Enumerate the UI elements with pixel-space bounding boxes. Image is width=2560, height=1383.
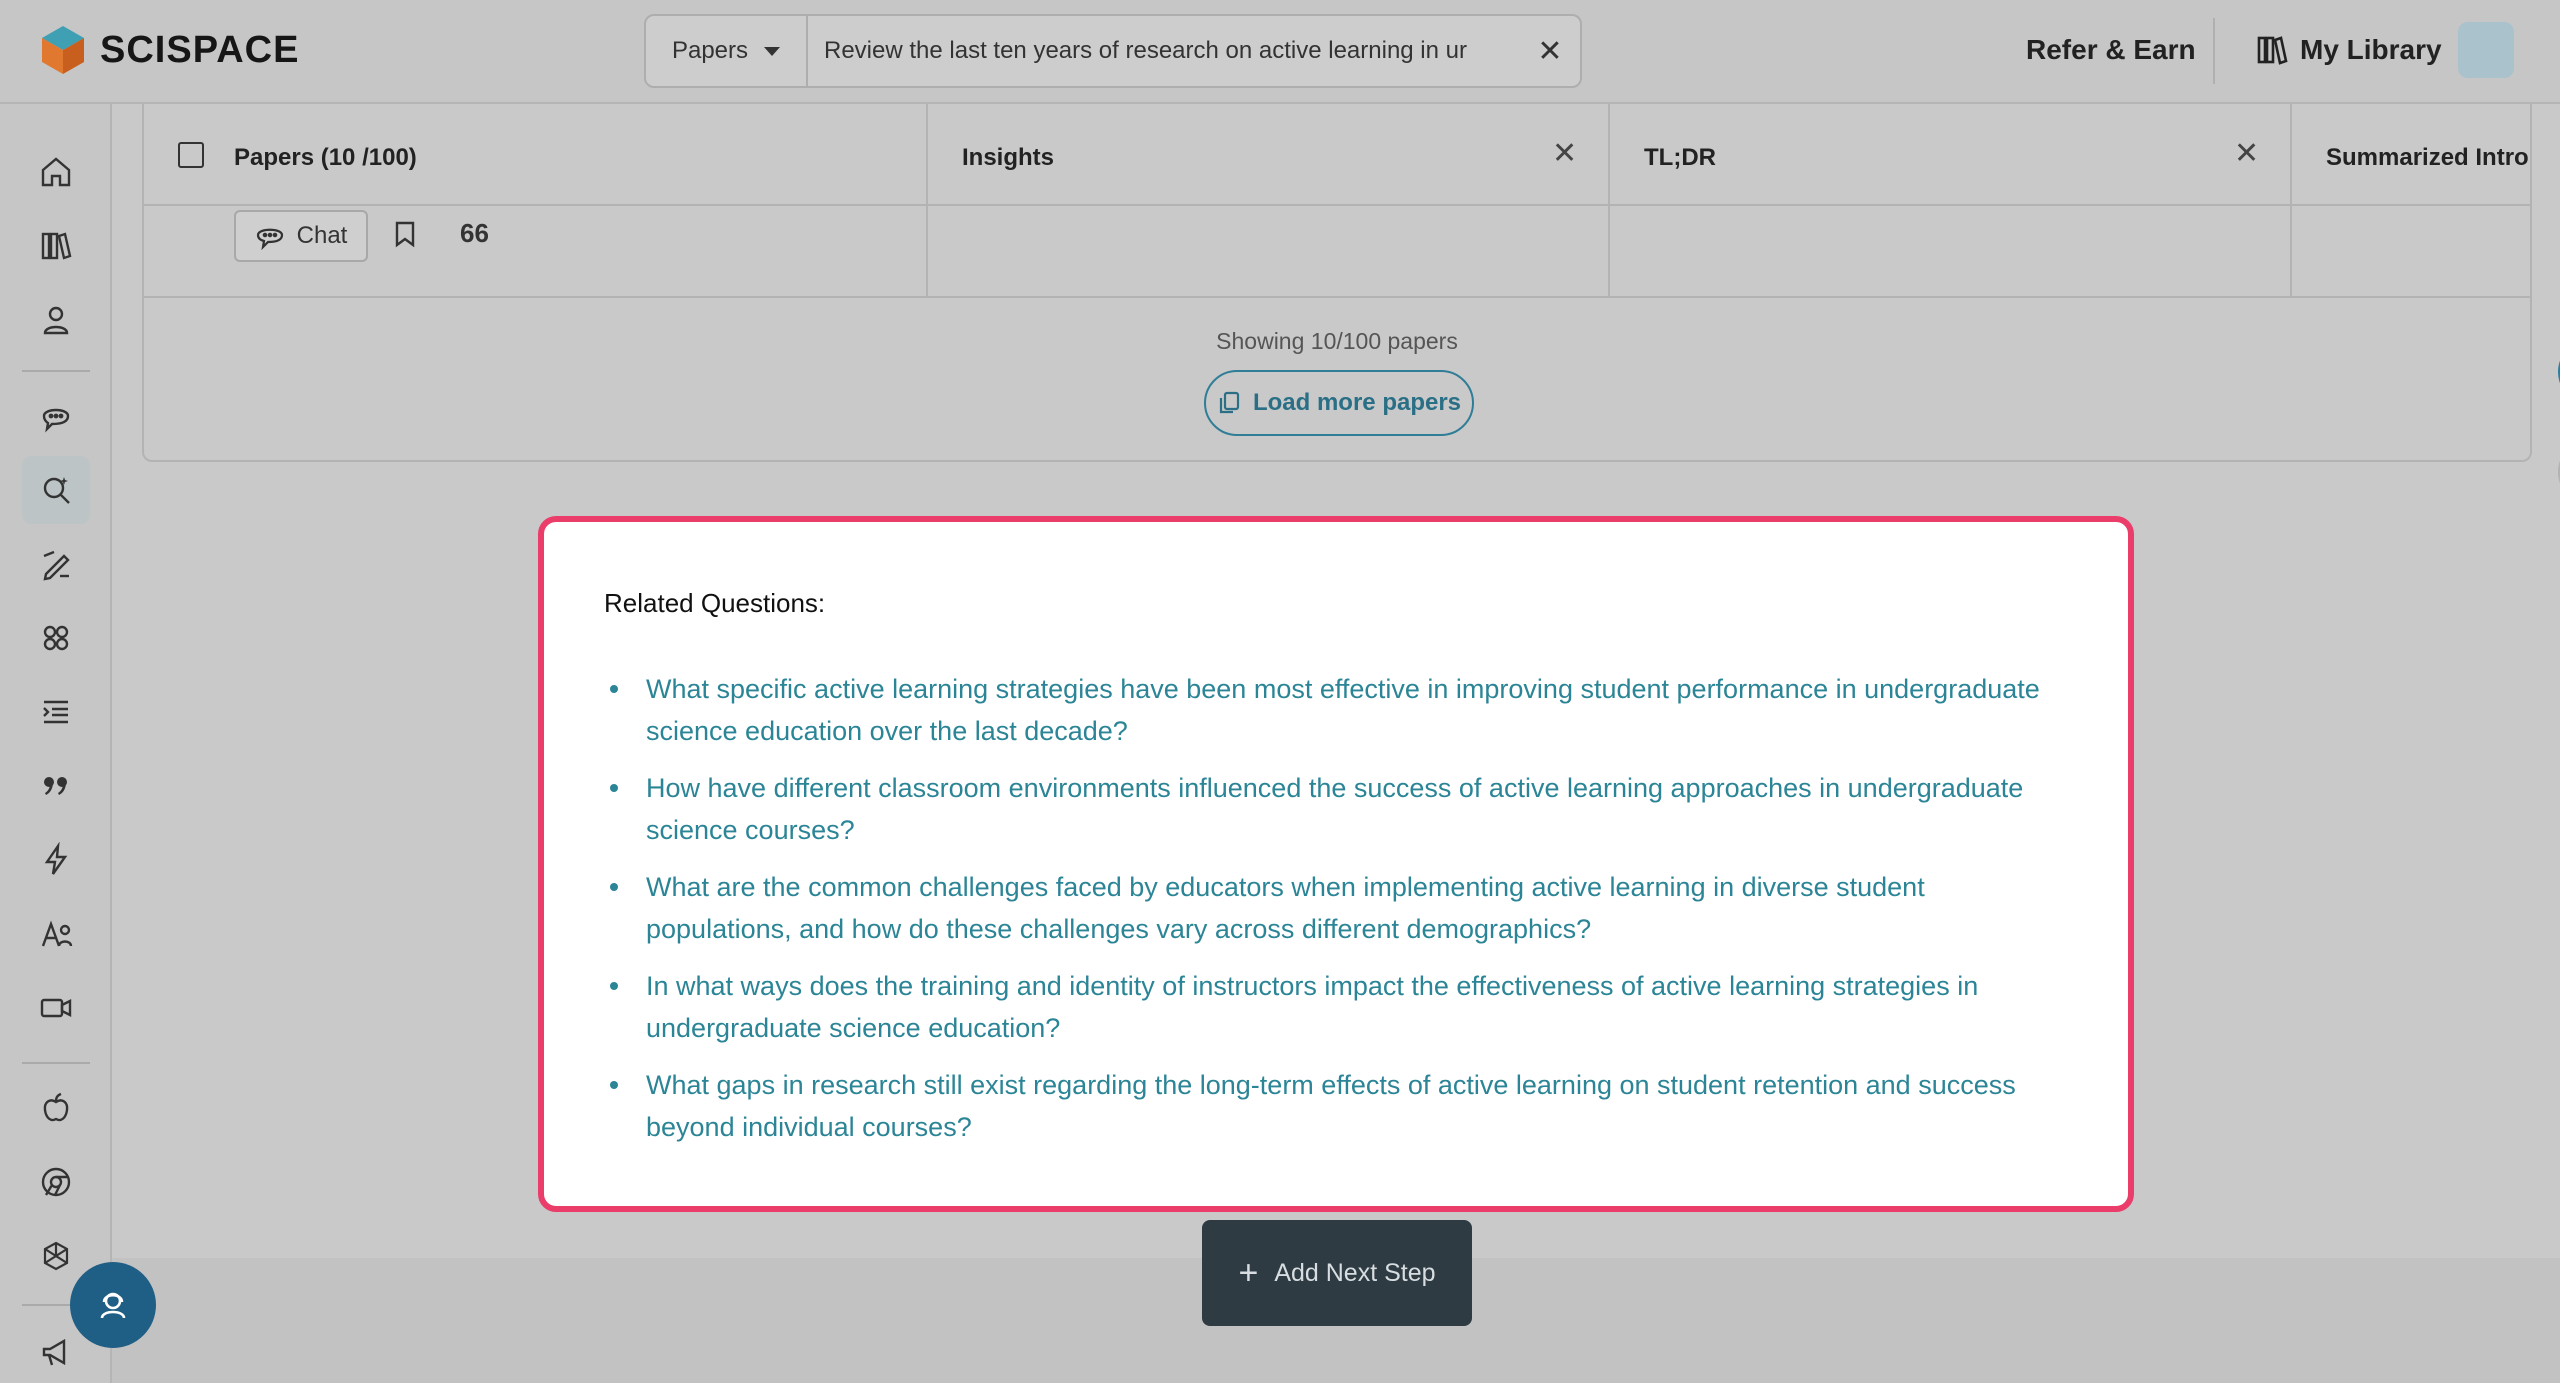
brand-name: SCISPACE <box>100 28 300 71</box>
library-books-icon[interactable] <box>22 212 90 280</box>
related-questions-card: Related Questions: What specific active … <box>538 516 2134 1212</box>
column-title-papers: Papers (10 /100) <box>234 144 417 171</box>
search-bar: Papers Review the last ten years of rese… <box>644 14 1582 88</box>
library-icon <box>2257 36 2288 65</box>
load-more-label: Load more papers <box>1252 389 1462 416</box>
papers-table: Papers (10 /100) Chat 66 Insights ✕ TL;D… <box>142 104 2560 504</box>
row-divider <box>144 296 2530 298</box>
add-next-step-button[interactable]: + Add Next Step <box>1202 1220 1472 1326</box>
close-icon[interactable]: ✕ <box>1520 34 1580 69</box>
add-next-step-label: Add Next Step <box>1274 1258 1436 1287</box>
remove-column-close-icon[interactable]: ✕ <box>1552 136 1577 171</box>
related-questions-list: What specific active learning strategies… <box>604 668 2074 1163</box>
caret-down-icon <box>764 46 781 56</box>
column-summarized-intro: Summarized Intro <box>2292 104 2532 296</box>
chat-button[interactable]: Chat <box>234 210 368 262</box>
sidebar <box>0 104 112 1383</box>
column-papers: Papers (10 /100) Chat 66 <box>144 104 928 296</box>
literature-search-icon[interactable] <box>22 456 90 524</box>
my-library-link[interactable]: My Library <box>2256 34 2442 66</box>
chat-icon <box>256 228 283 250</box>
sidebar-divider <box>22 370 90 372</box>
related-question-link[interactable]: In what ways does the training and ident… <box>604 965 2074 1049</box>
apple-icon[interactable] <box>22 1074 90 1142</box>
plus-icon: + <box>1238 1254 1259 1292</box>
bookmark-icon[interactable] <box>394 220 416 248</box>
showing-count-text: Showing 10/100 papers <box>1216 328 1458 354</box>
user-avatar[interactable] <box>2458 22 2514 78</box>
column-title-summarized-intro: Summarized Intro <box>2326 144 2529 171</box>
sidebar-divider <box>22 1062 90 1064</box>
load-more-button[interactable]: Load more papers <box>1204 370 1474 436</box>
lightning-icon[interactable] <box>22 826 90 894</box>
support-chat-button[interactable] <box>70 1262 156 1348</box>
column-title-insights: Insights <box>962 144 1055 171</box>
remove-column-close-icon[interactable]: ✕ <box>2234 136 2259 171</box>
chat-pdf-icon[interactable] <box>22 382 90 450</box>
ai-detector-icon[interactable] <box>22 900 90 968</box>
chrome-icon[interactable] <box>22 1148 90 1216</box>
related-questions-heading: Related Questions: <box>604 588 826 618</box>
copy-icon <box>1219 391 1240 414</box>
ai-writer-icon[interactable] <box>22 530 90 598</box>
column-title-tldr: TL;DR <box>1644 144 1716 171</box>
home-icon[interactable] <box>22 138 90 206</box>
select-all-checkbox[interactable] <box>178 142 204 168</box>
header-divider <box>2213 18 2215 84</box>
video-icon[interactable] <box>22 974 90 1042</box>
column-insights: Insights ✕ <box>928 104 1610 296</box>
scispace-logo-icon <box>42 26 84 74</box>
top-bar: SCISPACE Papers Review the last ten year… <box>0 0 2560 104</box>
chat-button-label: Chat <box>296 222 348 249</box>
citation-generator-icon[interactable] <box>22 752 90 820</box>
related-question-link[interactable]: What specific active learning strategies… <box>604 668 2074 752</box>
column-tldr: TL;DR ✕ <box>1610 104 2292 296</box>
related-question-link[interactable]: What gaps in research still exist regard… <box>604 1064 2074 1148</box>
support-agent-icon <box>100 1292 126 1319</box>
refer-earn-link[interactable]: Refer & Earn <box>2026 34 2196 66</box>
logo[interactable]: SCISPACE <box>40 24 299 76</box>
my-library-label: My Library <box>2300 34 2442 65</box>
citation-count: 66 <box>460 218 489 248</box>
related-question-link[interactable]: What are the common challenges faced by … <box>604 866 2074 950</box>
extract-data-icon[interactable] <box>22 604 90 672</box>
search-type-dropdown[interactable]: Papers <box>646 16 808 86</box>
search-input[interactable]: Review the last ten years of research on… <box>808 37 1520 65</box>
profile-icon[interactable] <box>22 286 90 354</box>
search-type-label: Papers <box>671 37 749 64</box>
paraphraser-icon[interactable] <box>22 678 90 746</box>
related-question-link[interactable]: How have different classroom environment… <box>604 767 2074 851</box>
